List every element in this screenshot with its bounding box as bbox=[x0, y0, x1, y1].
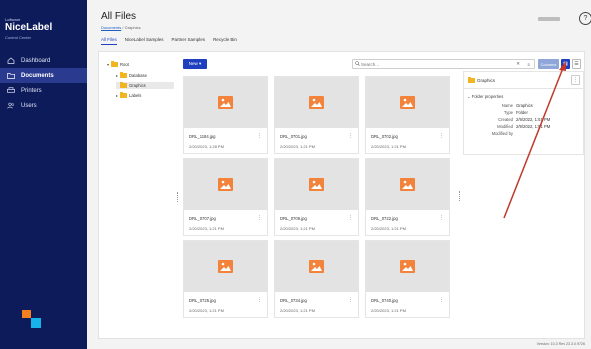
arrow-head bbox=[559, 61, 566, 71]
annotation-arrow bbox=[503, 61, 566, 219]
arrow-shaft bbox=[503, 67, 564, 219]
